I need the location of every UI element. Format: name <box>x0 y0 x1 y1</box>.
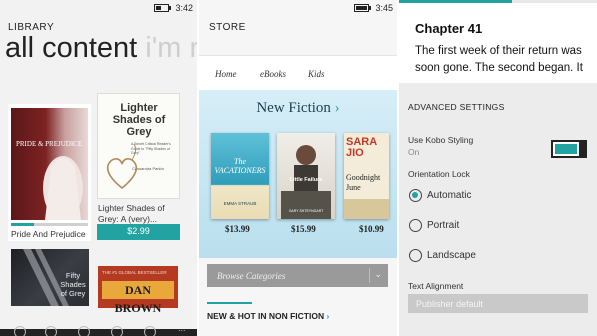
cover-title: Lighter Shades of Grey <box>112 102 166 138</box>
nav-home[interactable]: Home <box>215 69 237 79</box>
reader-text: The first week of their return was soon … <box>415 45 583 74</box>
radio-label-landscape[interactable]: Landscape <box>427 250 476 261</box>
kobo-styling-label: Use Kobo Styling <box>408 135 474 145</box>
cover-title: The VACATIONERS <box>214 157 266 175</box>
radio-automatic[interactable] <box>409 189 422 202</box>
divider <box>369 268 370 283</box>
heart-necklace-icon <box>106 144 138 190</box>
chevron-right-icon: › <box>334 100 340 116</box>
book-price: $15.99 <box>291 224 316 234</box>
book-title: Pride And Prejudice <box>11 229 86 239</box>
status-bar: 3:45 <box>354 3 393 13</box>
nonfiction-label: NEW & HOT IN NON FICTION <box>207 311 325 321</box>
book-cover-vacationers[interactable]: The VACATIONERS EMMA STRAUB <box>211 133 269 219</box>
more-icon[interactable]: ... <box>178 323 190 335</box>
advanced-settings-panel: ADVANCED SETTINGS Use Kobo Styling On Or… <box>399 83 597 336</box>
book-tile-lighter-shades[interactable]: Lighter Shades of Grey A Secret Critical… <box>97 93 180 241</box>
radio-landscape[interactable] <box>409 249 422 262</box>
cover-title: PRIDE & PREJUDICE <box>16 140 83 148</box>
kobo-styling-value: On <box>408 147 420 157</box>
book-cover: THE #1 GLOBAL BESTSELLER DAN BROWN <box>98 266 178 315</box>
text-alignment-select[interactable]: Publisher default <box>408 294 588 313</box>
cover-title: DAN BROWN <box>102 281 174 315</box>
nonfiction-section-link[interactable]: NEW & HOT IN NON FICTION › <box>207 311 329 321</box>
radio-portrait[interactable] <box>409 219 422 232</box>
chevron-down-icon: ⌄ <box>374 269 382 279</box>
battery-icon <box>154 4 172 12</box>
library-panel: 3:42 LIBRARY all content i'm r PRIDE & P… <box>0 0 197 336</box>
app-bar-button-1[interactable] <box>14 326 26 336</box>
store-header: STORE <box>209 22 246 33</box>
radio-label-portrait[interactable]: Portrait <box>427 220 459 231</box>
app-bar: ... <box>0 323 197 336</box>
cover-title: Fifty Shades of Grey <box>60 271 86 298</box>
section-title[interactable]: New Fiction › <box>199 100 397 117</box>
cover-title: SARA JIO <box>346 136 377 159</box>
book-cover: Lighter Shades of Grey A Secret Critical… <box>97 93 180 199</box>
page-title[interactable]: all content i'm r <box>5 32 197 65</box>
pivot-all-content[interactable]: all content <box>5 32 137 64</box>
book-tile-fifty-shades[interactable]: Fifty Shades of Grey <box>8 247 91 309</box>
book-cover-little-failure[interactable]: Little Failure GARY SHTEYNGART <box>277 133 335 219</box>
book-cover: Fifty Shades of Grey <box>11 249 89 306</box>
store-nav: Home eBooks Kids <box>199 55 397 92</box>
pivot-next[interactable]: i'm r <box>145 32 197 64</box>
chevron-right-icon: › <box>326 311 330 321</box>
battery-icon <box>354 4 372 12</box>
cover-author: Goodnight June <box>346 173 381 192</box>
book-price: $10.99 <box>359 224 384 234</box>
browse-categories-dropdown[interactable]: Browse Categories ⌄ <box>207 264 388 287</box>
orientation-lock-label: Orientation Lock <box>408 169 470 179</box>
cover-top-text: THE #1 GLOBAL BESTSELLER <box>102 270 167 275</box>
app-bar-button-4[interactable] <box>111 326 123 336</box>
section-divider <box>207 302 252 304</box>
new-fiction-section: New Fiction › The VACATIONERS EMMA STRAU… <box>199 90 397 258</box>
book-title: Lighter Shades of Grey: A (very)... <box>98 203 165 224</box>
radio-label-automatic[interactable]: Automatic <box>427 190 471 201</box>
reader-page: Chapter 41 The first week of their retur… <box>399 3 597 83</box>
nav-kids[interactable]: Kids <box>308 69 325 79</box>
status-time: 3:42 <box>175 3 193 13</box>
settings-header: ADVANCED SETTINGS <box>408 102 505 112</box>
book-tile-dan-brown[interactable]: THE #1 GLOBAL BESTSELLER DAN BROWN <box>97 263 180 315</box>
reading-progress <box>11 223 88 226</box>
buy-price-button[interactable]: $2.99 <box>97 224 180 240</box>
book-cover: PRIDE & PREJUDICE <box>11 108 88 220</box>
app-bar-button-5[interactable] <box>144 326 156 336</box>
text-alignment-value: Publisher default <box>416 299 484 309</box>
nav-ebooks[interactable]: eBooks <box>260 69 286 79</box>
text-alignment-label: Text Alignment <box>408 281 464 291</box>
app-bar-button-2[interactable] <box>45 326 57 336</box>
cover-author: GARY SHTEYNGART <box>288 209 324 213</box>
cover-author: EMMA STRAUB <box>223 201 257 206</box>
store-panel: 3:45 STORE Home eBooks Kids New Fiction … <box>199 0 397 336</box>
book-cover-goodnight-june[interactable]: SARA JIO Goodnight June <box>344 133 389 219</box>
book-price: $13.99 <box>225 224 250 234</box>
book-tile-pride-prejudice[interactable]: PRIDE & PREJUDICE Pride And Prejudice <box>8 104 91 241</box>
app-bar-button-3[interactable] <box>78 326 90 336</box>
section-title-text: New Fiction <box>256 100 331 116</box>
status-time: 3:45 <box>375 3 393 13</box>
reader-panel: Chapter 41 The first week of their retur… <box>399 0 597 336</box>
chapter-heading: Chapter 41 <box>415 21 483 36</box>
cover-title: Little Failure <box>289 177 323 183</box>
kobo-styling-toggle[interactable] <box>551 140 587 158</box>
status-bar: 3:42 <box>154 3 193 13</box>
browse-label: Browse Categories <box>217 271 286 281</box>
